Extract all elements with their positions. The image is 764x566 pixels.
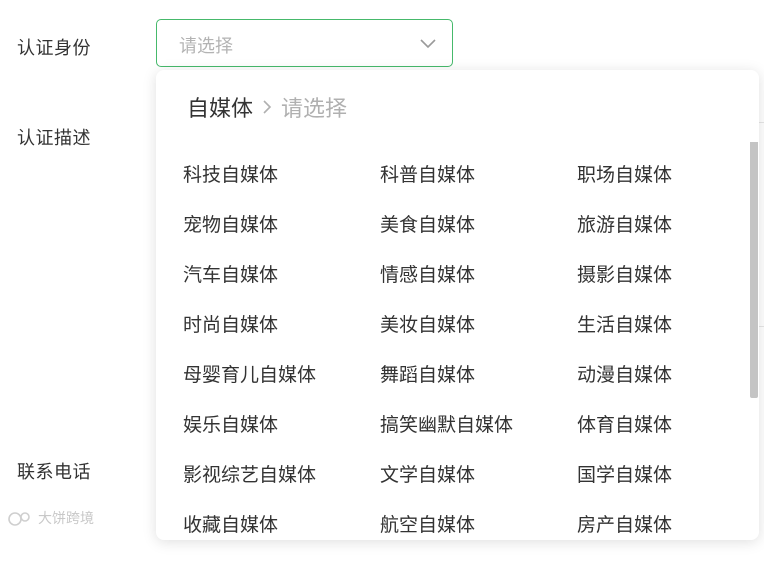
option-item[interactable]: 宠物自媒体 <box>183 216 380 266</box>
option-item[interactable]: 母婴育儿自媒体 <box>183 366 380 416</box>
option-item[interactable]: 摄影自媒体 <box>577 266 723 316</box>
option-grid: 科技自媒体 科普自媒体 职场自媒体 宠物自媒体 美食自媒体 旅游自媒体 汽车自媒… <box>183 166 723 566</box>
description-label: 认证描述 <box>17 128 91 149</box>
option-item[interactable]: 汽车自媒体 <box>183 266 380 316</box>
option-item[interactable]: 体育自媒体 <box>577 416 723 466</box>
cascader-dropdown-panel: 自媒体 请选择 科技自媒体 科普自媒体 职场自媒体 宠物自媒体 美食自媒体 旅游… <box>156 70 759 540</box>
phone-label: 联系电话 <box>17 462 91 483</box>
option-item[interactable]: 生活自媒体 <box>577 316 723 366</box>
breadcrumb: 自媒体 请选择 <box>187 91 347 123</box>
option-item[interactable]: 科技自媒体 <box>183 166 380 216</box>
chevron-right-icon <box>263 100 272 114</box>
option-item[interactable]: 美食自媒体 <box>380 216 577 266</box>
option-item[interactable]: 国学自媒体 <box>577 466 723 516</box>
breadcrumb-item-self-media[interactable]: 自媒体 <box>187 91 253 123</box>
option-item[interactable]: 职场自媒体 <box>577 166 723 216</box>
option-item[interactable]: 航空自媒体 <box>380 516 577 566</box>
option-item[interactable]: 科普自媒体 <box>380 166 577 216</box>
option-item[interactable]: 收藏自媒体 <box>183 516 380 566</box>
identity-select-placeholder: 请选择 <box>179 36 233 57</box>
option-item[interactable]: 情感自媒体 <box>380 266 577 316</box>
option-item[interactable]: 美妆自媒体 <box>380 316 577 366</box>
option-item[interactable]: 搞笑幽默自媒体 <box>380 416 577 466</box>
scrollbar-thumb[interactable] <box>750 142 758 398</box>
option-item[interactable]: 旅游自媒体 <box>577 216 723 266</box>
option-item[interactable]: 时尚自媒体 <box>183 316 380 366</box>
watermark: 大饼跨境 <box>6 508 94 528</box>
watermark-text: 大饼跨境 <box>38 511 94 527</box>
option-item[interactable]: 房产自媒体 <box>577 516 723 566</box>
identity-label: 认证身份 <box>17 38 91 59</box>
option-item[interactable]: 文学自媒体 <box>380 466 577 516</box>
chevron-down-icon <box>420 39 436 49</box>
option-item[interactable]: 舞蹈自媒体 <box>380 366 577 416</box>
identity-select[interactable]: 请选择 <box>156 19 453 67</box>
breadcrumb-current: 请选择 <box>281 97 348 122</box>
watermark-logo-icon <box>8 512 30 526</box>
option-item[interactable]: 娱乐自媒体 <box>183 416 380 466</box>
option-item[interactable]: 影视综艺自媒体 <box>183 466 380 516</box>
option-item[interactable]: 动漫自媒体 <box>577 366 723 416</box>
